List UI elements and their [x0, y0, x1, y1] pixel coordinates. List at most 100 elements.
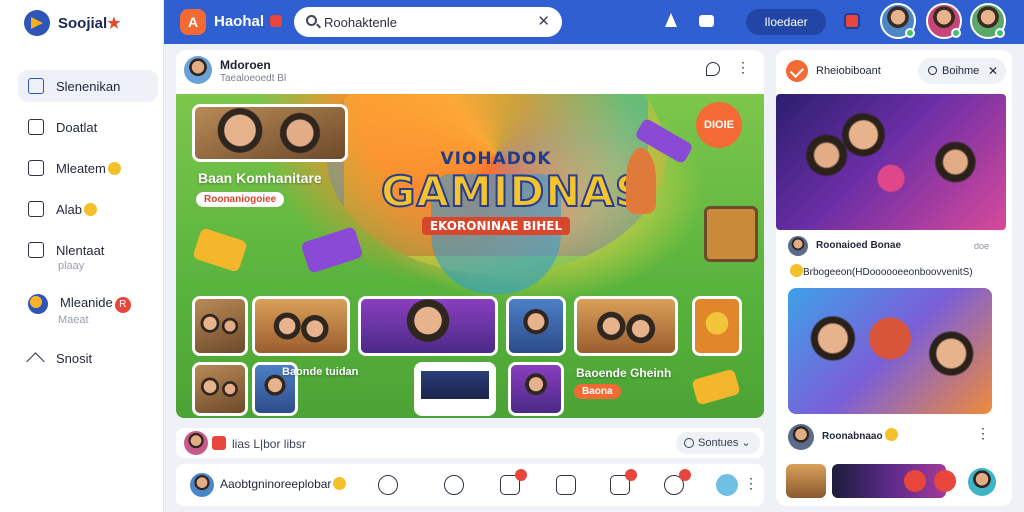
toy-decoration	[192, 227, 248, 273]
house-icon	[28, 351, 44, 365]
flag-icon[interactable]	[844, 13, 860, 29]
sidebar-item-label: Snosit	[56, 350, 93, 366]
feed-photo[interactable]	[776, 94, 1006, 230]
sidebar-item-3[interactable]: Mleatem	[18, 152, 158, 184]
bookmark-icon[interactable]	[500, 469, 527, 495]
sidebar-item-6[interactable]: Mleanide R Maeat	[18, 288, 158, 326]
search-icon[interactable]	[444, 475, 464, 495]
left-sidebar: Soojial★ Slenenikan Doatlat Mleatem Alab…	[0, 0, 164, 512]
sidebar-item-2[interactable]: Doatlat	[18, 111, 158, 143]
banner-caption: Baonde tuidan	[282, 366, 359, 378]
box-icon	[28, 160, 44, 176]
brand-name: Soojial	[58, 15, 108, 32]
search-box[interactable]: ✕	[294, 7, 562, 37]
photo-thumbnail[interactable]	[192, 104, 348, 162]
sidebar-item-5[interactable]: Nlentaat plaay	[18, 234, 158, 272]
banner-title-line2: GAMIDNAS	[380, 167, 647, 216]
feed-caption: Brbogeeon(HDoooooeeonboovvenitS)	[788, 264, 973, 278]
feed-time: doe	[974, 241, 990, 251]
brand[interactable]: Soojial★	[24, 10, 121, 36]
sidebar-item-sub: plaay	[58, 260, 85, 272]
avatar[interactable]	[926, 3, 962, 39]
message-icon[interactable]	[698, 13, 716, 31]
banner-pill[interactable]: Baona	[574, 384, 621, 399]
toy-decoration	[300, 226, 364, 274]
clear-search-icon[interactable]: ✕	[537, 13, 550, 31]
notification-dot	[625, 469, 637, 481]
search-input[interactable]	[324, 13, 524, 31]
page-icon[interactable]	[556, 475, 576, 495]
more-options-icon[interactable]: ⋮	[976, 426, 990, 440]
emoji-icon	[884, 428, 898, 441]
avatar[interactable]	[190, 473, 214, 497]
main-post-card: Mdoroen Taealoeoedt Bl ⋮ VIOHADOK GAMIDN…	[176, 50, 764, 418]
toy-decoration	[691, 368, 741, 406]
sidebar-item-4[interactable]: Alab	[18, 193, 158, 225]
toy-decoration	[704, 206, 758, 262]
composer-text[interactable]: Aaobtgninoreeplobar	[220, 477, 347, 491]
comment-icon[interactable]	[378, 475, 398, 495]
feed-author[interactable]: Roonabnaao	[822, 428, 898, 442]
sidebar-item-label: Mleatem	[56, 161, 121, 176]
post-meta: Taealoeoedt Bl	[220, 73, 287, 84]
avatar[interactable]	[184, 431, 208, 455]
post-author-avatar[interactable]	[184, 56, 212, 84]
message-icon[interactable]	[610, 469, 637, 495]
feed-author[interactable]: Roonaioed Bonae	[816, 240, 901, 251]
photo-thumbnail[interactable]	[252, 296, 350, 356]
reaction-icon[interactable]	[904, 470, 926, 492]
banner-title-line3: EKORONINAE BIHEL	[421, 217, 571, 235]
avatar[interactable]	[788, 236, 808, 256]
sidebar-item-sub: Maeat	[58, 314, 89, 326]
sidebar-item-label: Mleanide R	[60, 295, 131, 313]
notification-dot	[515, 469, 527, 481]
banner-title-line1: VIOHADOK	[440, 149, 552, 169]
emoji-icon	[790, 264, 803, 277]
notification-dot	[679, 469, 691, 481]
photo-thumbnail[interactable]	[358, 296, 498, 356]
post-author-name[interactable]: Mdoroen	[220, 58, 271, 72]
media-thumbnail[interactable]	[786, 464, 826, 498]
avatar[interactable]	[716, 474, 738, 496]
sidebar-nav: Slenenikan Doatlat Mleatem Alab Nlentaat…	[18, 70, 158, 383]
notification-badge: R	[114, 297, 131, 313]
more-options-icon[interactable]: ⋮	[736, 60, 750, 74]
profile-icon[interactable]	[664, 469, 691, 495]
globe-icon	[28, 294, 48, 314]
avatar[interactable]	[880, 3, 916, 39]
reaction-icon[interactable]	[934, 470, 956, 492]
sidebar-item-home[interactable]: Slenenikan	[18, 70, 158, 102]
photo-thumbnail[interactable]	[574, 296, 678, 356]
right-panel: Rheiobiboant Boihme ✕ Roonaioed Bonae doe…	[776, 50, 1012, 506]
brand-logo-icon	[24, 10, 50, 36]
photo-thumbnail[interactable]	[508, 362, 564, 416]
app-logo-icon[interactable]: A	[180, 9, 206, 35]
filter-button[interactable]: Sontues ⌄	[676, 432, 760, 454]
doc-icon	[28, 201, 44, 217]
more-options-icon[interactable]: ⋮	[744, 476, 758, 490]
corner-tag: DIOIE	[696, 102, 742, 148]
inbox-icon	[28, 242, 44, 258]
avatar[interactable]	[788, 424, 814, 450]
reply-text: lias L|bor libsr	[232, 437, 306, 451]
media-thumbnail[interactable]	[832, 464, 946, 498]
banner-pill[interactable]: Roonaniogoiee	[196, 192, 285, 207]
close-icon[interactable]: ✕	[988, 58, 998, 84]
tag-icon	[212, 436, 226, 450]
avatar[interactable]	[968, 468, 996, 496]
sidebar-item-label: Doatlat	[56, 119, 98, 135]
sidebar-item-7[interactable]: Snosit	[18, 342, 158, 374]
avatar[interactable]	[970, 3, 1006, 39]
share-icon[interactable]	[706, 62, 720, 76]
reply-bar: lias L|bor libsr Sontues ⌄	[176, 428, 764, 458]
bell-icon[interactable]	[662, 13, 680, 31]
photo-thumbnail[interactable]	[692, 296, 742, 356]
photo-thumbnail[interactable]	[192, 296, 248, 356]
video-thumbnail[interactable]	[414, 362, 496, 416]
post-banner-image[interactable]: VIOHADOK GAMIDNAS EKORONINAE BIHEL DIOIE…	[176, 94, 764, 418]
photo-thumbnail[interactable]	[506, 296, 566, 356]
feed-photo[interactable]	[788, 288, 992, 414]
panel-button[interactable]: Boihme ✕	[918, 58, 1006, 84]
signin-button[interactable]: Iloedaer	[746, 9, 826, 35]
photo-thumbnail[interactable]	[192, 362, 248, 416]
